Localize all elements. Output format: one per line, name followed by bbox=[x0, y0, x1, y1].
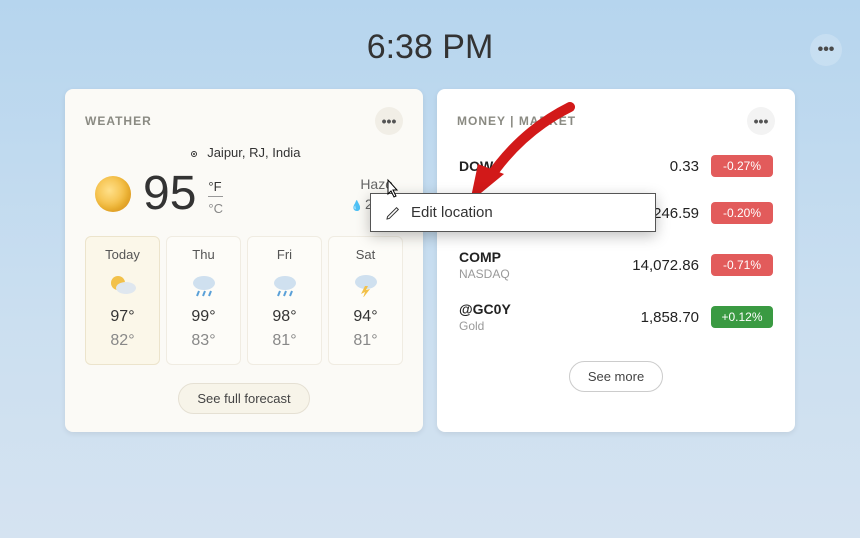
stock-id: @GC0Y Gold bbox=[459, 301, 559, 333]
location-icon bbox=[188, 148, 200, 160]
money-more-button[interactable]: ••• bbox=[747, 107, 775, 135]
weather-location-row[interactable]: Jaipur, RJ, India bbox=[85, 145, 403, 160]
forecast-low: 82° bbox=[90, 332, 155, 350]
see-more-button[interactable]: See more bbox=[569, 361, 663, 392]
forecast-cell[interactable]: Today 97° 82° bbox=[85, 236, 160, 365]
weather-location-text: Jaipur, RJ, India bbox=[207, 145, 300, 160]
weather-title: WEATHER bbox=[85, 114, 152, 128]
stock-symbol: @GC0Y bbox=[459, 301, 559, 317]
forecast-cell[interactable]: Sat 94° 81° bbox=[328, 236, 403, 365]
stock-name: NASDAQ bbox=[459, 267, 559, 281]
weather-card: WEATHER ••• Jaipur, RJ, India 95 °F °C H… bbox=[65, 89, 423, 432]
stock-price: 1,858.70 bbox=[559, 309, 699, 326]
forecast-low: 81° bbox=[333, 332, 398, 350]
unit-switch[interactable]: °F °C bbox=[208, 179, 223, 216]
stock-price: 0.33 bbox=[559, 158, 699, 175]
stock-row[interactable]: DOW0.33 -0.27% bbox=[457, 145, 775, 187]
forecast-weather-icon bbox=[252, 272, 317, 298]
forecast-high: 98° bbox=[252, 308, 317, 326]
forecast-day: Sat bbox=[333, 247, 398, 262]
stock-name: Gold bbox=[459, 319, 559, 333]
forecast-cell[interactable]: Thu 99° 83° bbox=[166, 236, 241, 365]
forecast-day: Today bbox=[90, 247, 155, 262]
forecast-row: Today 97° 82° Thu 99° 83° Fri 98° 81° Sat 94° 81° bbox=[85, 236, 403, 365]
page-more-button[interactable]: ••• bbox=[810, 34, 842, 66]
sun-icon bbox=[95, 176, 131, 212]
stock-change-badge: -0.20% bbox=[711, 202, 773, 224]
see-full-forecast-button[interactable]: See full forecast bbox=[178, 383, 309, 414]
stock-symbol: COMP bbox=[459, 249, 559, 265]
cards-container: WEATHER ••• Jaipur, RJ, India 95 °F °C H… bbox=[0, 89, 860, 432]
forecast-high: 94° bbox=[333, 308, 398, 326]
stock-row[interactable]: COMP NASDAQ14,072.86 -0.71% bbox=[457, 239, 775, 291]
forecast-high: 99° bbox=[171, 308, 236, 326]
forecast-weather-icon bbox=[171, 272, 236, 298]
forecast-cell[interactable]: Fri 98° 81° bbox=[247, 236, 322, 365]
weather-summary: 95 °F °C Haze 22% bbox=[85, 170, 403, 218]
weather-left: 95 °F °C bbox=[95, 170, 223, 218]
stock-id: DOW bbox=[459, 158, 559, 174]
unit-f[interactable]: °F bbox=[208, 179, 223, 197]
unit-c[interactable]: °C bbox=[208, 201, 223, 216]
stock-change-badge: -0.71% bbox=[711, 254, 773, 276]
stock-change-badge: -0.27% bbox=[711, 155, 773, 177]
forecast-low: 83° bbox=[171, 332, 236, 350]
current-temp: 95 bbox=[143, 170, 196, 218]
weather-more-button[interactable]: ••• bbox=[375, 107, 403, 135]
stock-change-badge: +0.12% bbox=[711, 306, 773, 328]
pencil-icon bbox=[385, 205, 401, 221]
forecast-weather-icon bbox=[333, 272, 398, 298]
edit-location-label: Edit location bbox=[411, 204, 493, 221]
edit-location-menu-item[interactable]: Edit location bbox=[371, 194, 655, 231]
stock-symbol: DOW bbox=[459, 158, 559, 174]
weather-more-menu: Edit location bbox=[370, 193, 656, 232]
forecast-low: 81° bbox=[252, 332, 317, 350]
forecast-day: Fri bbox=[252, 247, 317, 262]
condition-text: Haze bbox=[351, 176, 393, 192]
forecast-weather-icon bbox=[90, 272, 155, 298]
money-title: MONEY | MARKET bbox=[457, 114, 576, 128]
forecast-high: 97° bbox=[90, 308, 155, 326]
weather-card-header: WEATHER ••• bbox=[85, 107, 403, 135]
stock-row[interactable]: @GC0Y Gold1,858.70 +0.12% bbox=[457, 291, 775, 343]
forecast-day: Thu bbox=[171, 247, 236, 262]
money-card-header: MONEY | MARKET ••• bbox=[457, 107, 775, 135]
clock: 6:38 PM bbox=[0, 28, 860, 67]
stock-id: COMP NASDAQ bbox=[459, 249, 559, 281]
money-card: MONEY | MARKET ••• DOW0.33-0.27%INXS&P 5… bbox=[437, 89, 795, 432]
stock-price: 14,072.86 bbox=[559, 257, 699, 274]
stock-list: DOW0.33-0.27%INXS&P 5004,246.59-0.20%COM… bbox=[457, 145, 775, 343]
